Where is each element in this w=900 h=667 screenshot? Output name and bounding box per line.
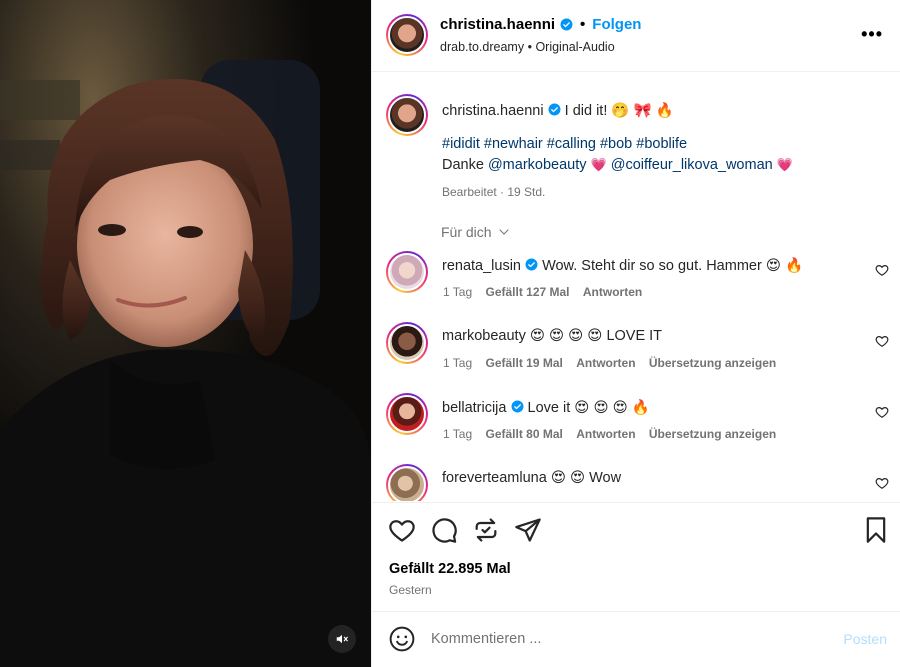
speaker-muted-icon [336, 634, 348, 644]
commenter-avatar[interactable] [386, 393, 428, 435]
author-avatar[interactable] [386, 14, 428, 56]
chevron-down-icon [499, 229, 509, 235]
translate-button[interactable]: Übersetzung anzeigen [649, 356, 776, 370]
heart-emoji: 💗 [590, 157, 607, 173]
comment-item: renata_lusin Wow. Steht dir so so gut. H… [386, 251, 891, 307]
post-date[interactable]: Gestern [389, 583, 432, 597]
mention-markobeauty[interactable]: @markobeauty [488, 157, 587, 173]
comment-meta: 1 Tag Gefällt 80 Mal Antworten Übersetzu… [443, 427, 786, 441]
caption-meta: Bearbeitet · 19 Std. [442, 185, 546, 200]
audio-sep: • [527, 40, 532, 54]
caption-text-block: christina.haenni I did it! 🤭 🎀 🔥 #ididit… [442, 101, 872, 201]
comment-bubble-icon[interactable] [430, 516, 458, 544]
comment-item: foreverteamluna 😍 😍 Wow [386, 464, 891, 501]
commenter-username[interactable]: bellatricija [442, 400, 506, 416]
verified-badge-icon [560, 18, 573, 31]
comment-time[interactable]: 1 Tag [443, 427, 472, 441]
reply-button[interactable]: Antworten [576, 427, 635, 441]
comment-body: markobeauty 😍 😍 😍 😍 LOVE IT [442, 328, 662, 344]
heart-emoji: 💗 [776, 157, 793, 173]
comment-meta: 1 Tag Gefällt 19 Mal Antworten Übersetzu… [443, 356, 786, 370]
translate-button[interactable]: Übersetzung anzeigen [649, 427, 776, 441]
audio-line: drab.to.dreamy • Original-Audio [440, 40, 615, 54]
comment-input[interactable] [431, 628, 811, 650]
mention-coiffeur[interactable]: @coiffeur_likova_woman [611, 157, 773, 173]
commenter-avatar[interactable] [386, 322, 428, 364]
comment-likes[interactable]: Gefällt 19 Mal [485, 356, 562, 370]
bookmark-icon[interactable] [862, 516, 890, 544]
comment-time[interactable]: 1 Tag [443, 356, 472, 370]
heart-icon[interactable] [388, 516, 416, 544]
commenter-username[interactable]: foreverteamluna [442, 470, 547, 486]
caption-username[interactable]: christina.haenni [442, 103, 544, 119]
caption-avatar[interactable] [386, 94, 428, 136]
mute-button[interactable] [328, 625, 356, 653]
smiley-icon[interactable] [389, 626, 415, 652]
comment-sort-label: Für dich [441, 224, 492, 240]
comment-body: foreverteamluna 😍 😍 Wow [442, 470, 621, 486]
comment-item: bellatricija Love it 😍 😍 😍 🔥 1 Tag Gefäl… [386, 393, 891, 449]
author-line: christina.haenni • Folgen [440, 16, 641, 33]
verified-badge-icon [511, 400, 523, 413]
author-username[interactable]: christina.haenni [440, 16, 555, 33]
commenter-avatar[interactable] [386, 251, 428, 293]
verified-badge-icon [548, 103, 561, 116]
header-dot: • [580, 16, 586, 33]
comments-section[interactable]: christina.haenni I did it! 🤭 🎀 🔥 #ididit… [372, 73, 900, 501]
comment-body: bellatricija Love it 😍 😍 😍 🔥 [442, 399, 650, 416]
heart-icon[interactable] [875, 476, 889, 490]
reply-button[interactable]: Antworten [576, 356, 635, 370]
comment-composer: Posten [372, 612, 900, 667]
comment-text: 😍 😍 😍 😍 LOVE IT [529, 328, 663, 344]
comment-text: 😍 😍 Wow [550, 470, 622, 486]
caption-thanks: Danke [442, 157, 484, 174]
comment-likes[interactable]: Gefällt 127 Mal [485, 285, 569, 299]
comment-text: Love it 😍 😍 😍 🔥 [527, 400, 650, 416]
likes-count[interactable]: Gefällt 22.895 Mal [389, 561, 511, 577]
reply-button[interactable]: Antworten [583, 285, 642, 299]
instagram-post: christina.haenni • Folgen drab.to.dreamy… [0, 0, 900, 667]
selfie-photo [0, 0, 371, 667]
comment-item: markobeauty 😍 😍 😍 😍 LOVE IT 1 Tag Gefäll… [386, 322, 891, 378]
follow-button[interactable]: Folgen [592, 16, 641, 33]
commenter-avatar[interactable] [386, 464, 428, 501]
post-media[interactable] [0, 0, 371, 667]
heart-icon[interactable] [875, 263, 889, 277]
commenter-username[interactable]: renata_lusin [442, 258, 521, 274]
post-side-panel: christina.haenni • Folgen drab.to.dreamy… [371, 0, 900, 667]
audio-title[interactable]: Original-Audio [535, 40, 614, 54]
caption-hashtags[interactable]: #ididit #newhair #calling #bob #boblife [442, 136, 687, 152]
repost-icon[interactable] [472, 516, 500, 544]
commenter-username[interactable]: markobeauty [442, 328, 526, 344]
comment-time[interactable]: 1 Tag [443, 285, 472, 299]
audio-author[interactable]: drab.to.dreamy [440, 40, 524, 54]
post-header: christina.haenni • Folgen drab.to.dreamy… [372, 0, 900, 72]
comment-meta: 1 Tag Gefällt 127 Mal Antworten [443, 285, 652, 299]
post-comment-button[interactable]: Posten [843, 631, 887, 647]
comment-body: renata_lusin Wow. Steht dir so so gut. H… [442, 257, 803, 274]
post-actions: Gefällt 22.895 Mal Gestern [372, 502, 900, 612]
comment-text: Wow. Steht dir so so gut. Hammer 😍 🔥 [542, 258, 804, 274]
comment-sort-dropdown[interactable]: Für dich [441, 224, 510, 240]
comment-likes[interactable]: Gefällt 80 Mal [485, 427, 562, 441]
heart-icon[interactable] [875, 334, 889, 348]
paper-plane-icon[interactable] [514, 516, 542, 544]
caption-text: I did it! 🤭 🎀 🔥 [564, 103, 674, 119]
more-options-icon[interactable]: ••• [861, 24, 883, 45]
heart-icon[interactable] [875, 405, 889, 419]
verified-badge-icon [525, 258, 538, 271]
